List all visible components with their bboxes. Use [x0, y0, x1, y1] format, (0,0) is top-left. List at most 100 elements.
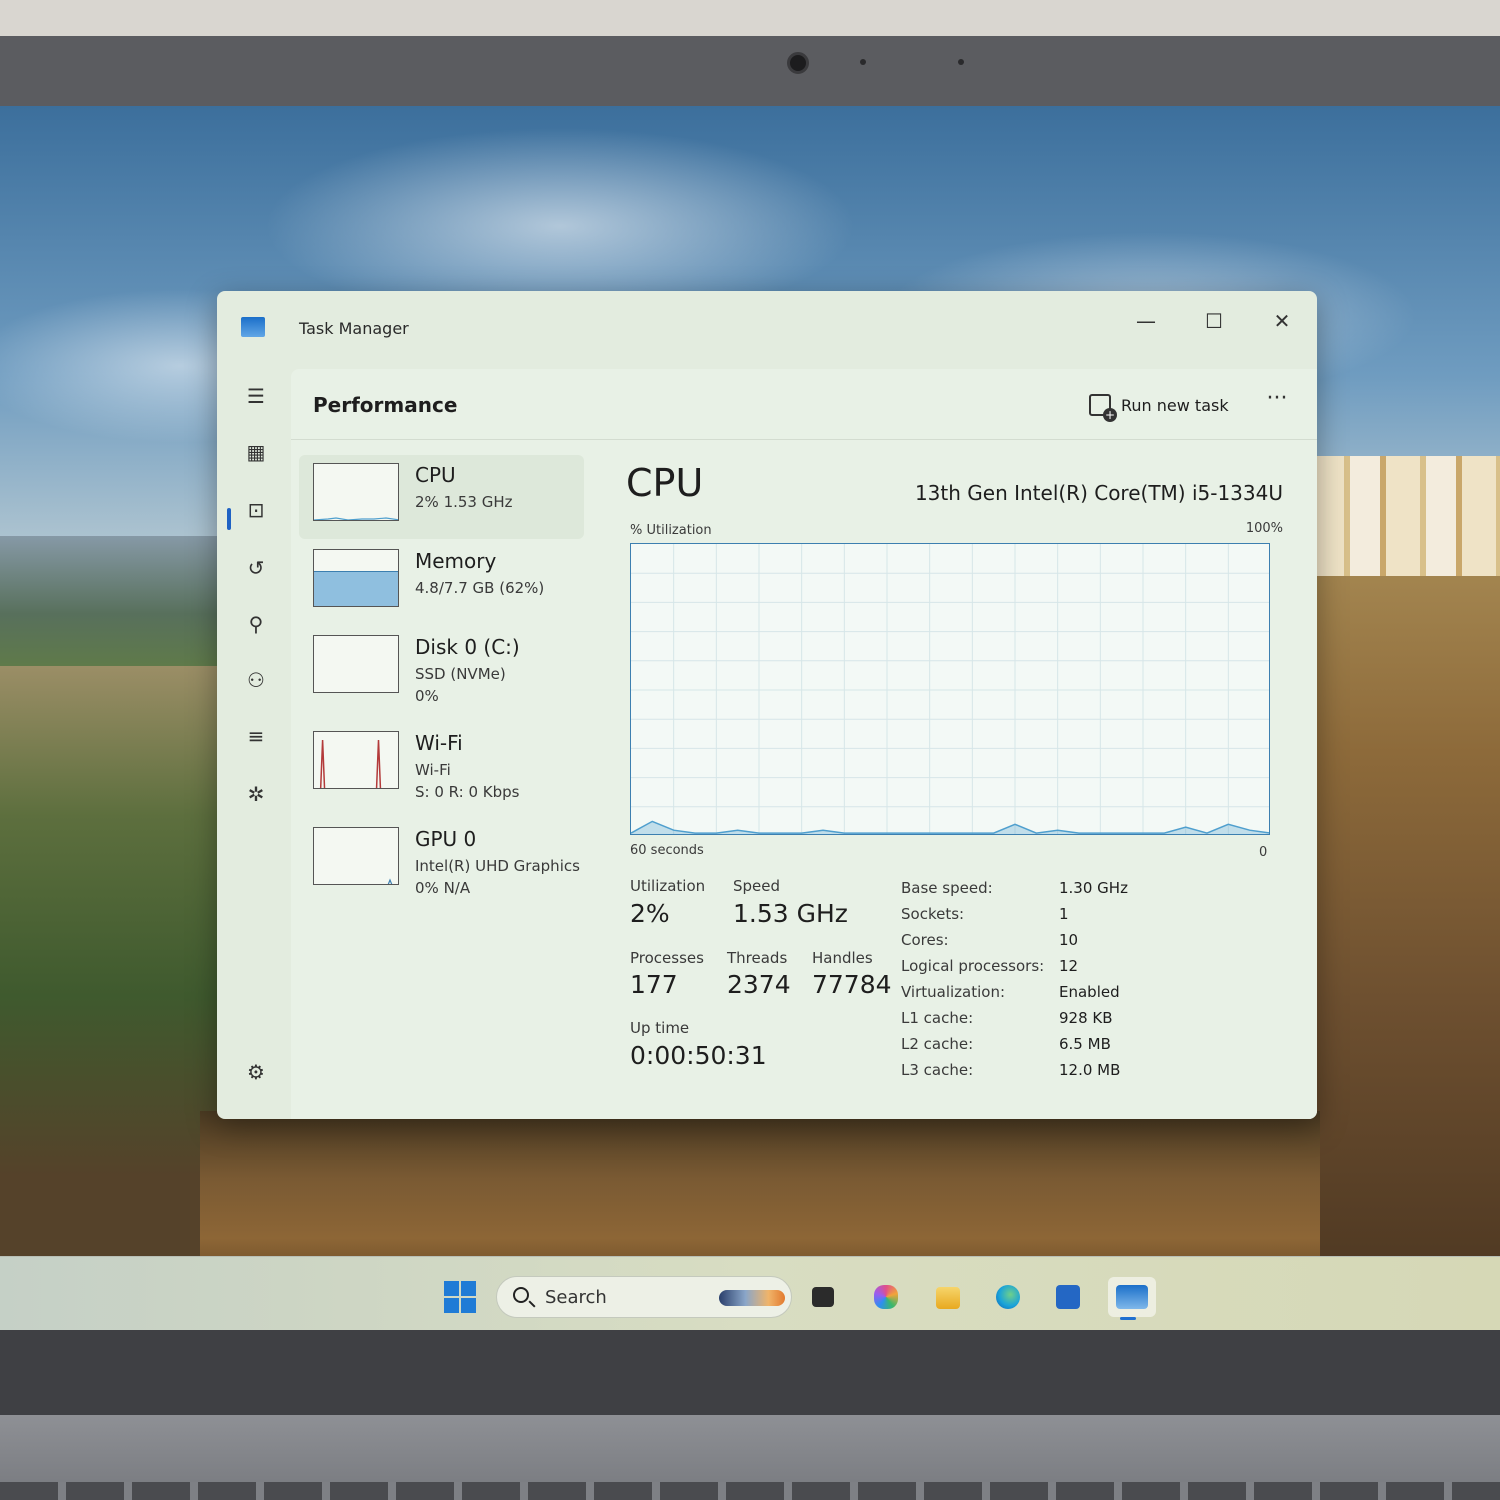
device-disk[interactable]: Disk 0 (C:) SSD (NVMe) 0%: [299, 627, 584, 711]
spec-value: 12.0 MB: [1059, 1061, 1121, 1079]
spec-label: Logical processors:: [901, 957, 1045, 975]
spec-label: Sockets:: [901, 905, 965, 923]
store-icon[interactable]: [1048, 1277, 1088, 1317]
startup-apps-icon[interactable]: ⚲: [239, 607, 273, 641]
spec-label: Cores:: [901, 931, 949, 949]
spec-value: 1.30 GHz: [1059, 879, 1128, 897]
more-options-button[interactable]: ···: [1257, 387, 1297, 419]
speed-label: Speed: [733, 877, 781, 895]
uptime-value: 0:00:50:31: [630, 1041, 767, 1070]
edge-icon[interactable]: [988, 1277, 1028, 1317]
run-new-task-label: Run new task: [1121, 395, 1229, 415]
disk-mini-graph: [313, 635, 399, 693]
utilization-value: 2%: [630, 899, 670, 928]
services-icon[interactable]: ✲: [239, 777, 273, 811]
spec-label: L2 cache:: [901, 1035, 974, 1053]
search-icon: [513, 1287, 529, 1303]
device-detail: Intel(R) UHD Graphics: [415, 857, 580, 875]
search-highlight-icon: [719, 1290, 785, 1306]
laptop-bezel-bottom: [0, 1330, 1500, 1420]
detail-title: CPU: [626, 461, 704, 505]
hamburger-icon[interactable]: ☰: [239, 379, 273, 413]
device-detail: Wi-Fi: [415, 761, 451, 779]
settings-icon[interactable]: ⚙: [239, 1055, 273, 1089]
device-cpu[interactable]: CPU 2% 1.53 GHz: [299, 455, 584, 539]
uptime-label: Up time: [630, 1019, 690, 1037]
device-memory[interactable]: Memory 4.8/7.7 GB (62%): [299, 541, 584, 625]
task-view-icon[interactable]: [804, 1277, 844, 1317]
spec-label: L1 cache:: [901, 1009, 974, 1027]
keyboard-row: [0, 1482, 1500, 1500]
spec-value: 12: [1059, 957, 1079, 975]
processes-icon[interactable]: ▦: [239, 435, 273, 469]
processes-value: 177: [630, 970, 678, 999]
device-name: Wi-Fi: [415, 731, 463, 755]
task-manager-app-icon: [241, 317, 265, 337]
graph-time-label: 60 seconds: [630, 843, 704, 858]
device-wifi[interactable]: Wi-Fi Wi-Fi S: 0 R: 0 Kbps: [299, 723, 584, 807]
wallpaper-cliff: [1300, 466, 1500, 1286]
device-name: CPU: [415, 463, 456, 487]
memory-mini-graph: [313, 549, 399, 607]
threads-label: Threads: [727, 949, 788, 967]
close-button[interactable]: ✕: [1259, 301, 1305, 341]
file-explorer-icon[interactable]: [928, 1277, 968, 1317]
speed-value: 1.53 GHz: [733, 899, 848, 928]
spec-label: Base speed:: [901, 879, 993, 897]
utilization-label: Utilization: [630, 877, 706, 895]
device-detail: 4.8/7.7 GB (62%): [415, 579, 545, 597]
main-content: Performance Run new task ··· CPU 2% 1.53…: [291, 369, 1317, 1119]
handles-label: Handles: [812, 949, 873, 967]
spec-value: 1: [1059, 905, 1069, 923]
device-gpu[interactable]: GPU 0 Intel(R) UHD Graphics 0% N/A: [299, 819, 584, 903]
search-placeholder: Search: [545, 1287, 607, 1308]
gpu-mini-graph: [313, 827, 399, 885]
device-name: GPU 0: [415, 827, 477, 851]
cpu-mini-graph: [313, 463, 399, 521]
wifi-spike-0: [319, 739, 326, 788]
start-icon[interactable]: [444, 1281, 476, 1313]
device-name: Disk 0 (C:): [415, 635, 520, 659]
spec-value: 6.5 MB: [1059, 1035, 1111, 1053]
device-usage: 0%: [415, 687, 439, 705]
processes-label: Processes: [630, 949, 704, 967]
page-title: Performance: [313, 393, 458, 417]
graph-y-label: % Utilization: [630, 523, 712, 538]
title-bar[interactable]: Task Manager — ☐ ✕: [217, 291, 1317, 367]
handles-value: 77784: [812, 970, 892, 999]
taskbar-search-box[interactable]: Search: [496, 1276, 792, 1318]
graph-max-label: 100%: [1245, 521, 1283, 536]
task-manager-icon[interactable]: [1108, 1277, 1156, 1320]
run-new-task-button[interactable]: Run new task: [1081, 383, 1237, 427]
copilot-icon[interactable]: [866, 1277, 906, 1317]
spec-value: 10: [1059, 931, 1079, 949]
sidebar: ☰ ▦ ⊡ ↺ ⚲ ⚇ ≡ ✲ ⚙: [217, 367, 289, 1119]
device-throughput: S: 0 R: 0 Kbps: [415, 783, 520, 801]
details-icon[interactable]: ≡: [239, 719, 273, 753]
webcam: [787, 52, 809, 74]
maximize-button[interactable]: ☐: [1191, 301, 1237, 341]
users-icon[interactable]: ⚇: [239, 663, 273, 697]
run-task-icon: [1089, 394, 1117, 422]
cpu-model: 13th Gen Intel(R) Core(TM) i5-1334U: [914, 481, 1283, 505]
camera-led: [958, 59, 964, 65]
app-history-icon[interactable]: ↺: [239, 551, 273, 585]
wifi-mini-graph: [313, 731, 399, 789]
task-manager-window: Task Manager — ☐ ✕ ☰ ▦ ⊡ ↺ ⚲ ⚇ ≡ ✲ ⚙ Per…: [217, 291, 1317, 1119]
minimize-button[interactable]: —: [1123, 301, 1169, 341]
spec-value: Enabled: [1059, 983, 1120, 1001]
window-title: Task Manager: [299, 319, 409, 338]
wallpaper-town: [1310, 456, 1500, 576]
graph-min-label: 0: [1259, 845, 1268, 860]
performance-icon[interactable]: ⊡: [239, 493, 273, 527]
camera-sensor: [860, 59, 866, 65]
device-usage: 0% N/A: [415, 879, 471, 897]
laptop-bezel-top: [0, 36, 1500, 108]
active-indicator: [227, 508, 231, 530]
spec-value: 928 KB: [1059, 1009, 1113, 1027]
device-name: Memory: [415, 549, 497, 573]
threads-value: 2374: [727, 970, 791, 999]
spec-label: L3 cache:: [901, 1061, 974, 1079]
spec-label: Virtualization:: [901, 983, 1006, 1001]
taskbar: Search: [0, 1256, 1500, 1332]
